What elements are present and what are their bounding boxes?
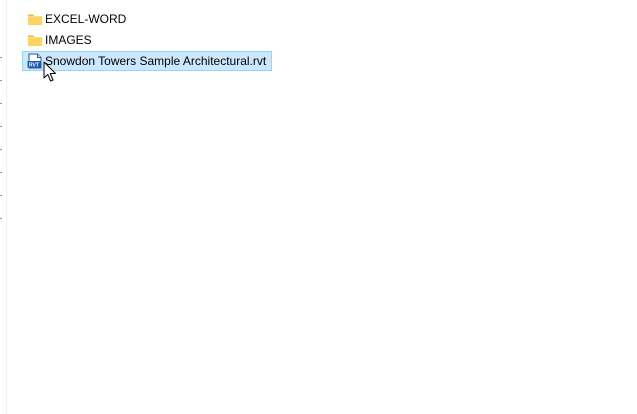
rvt-icon-text: RVT — [29, 62, 40, 68]
navigation-pane-edge — [0, 0, 7, 414]
file-explorer-content-pane: EXCEL-WORD IMAGES RVT Snowdon Towers Sam… — [0, 0, 637, 414]
rvt-file-icon: RVT — [27, 53, 42, 69]
file-list: EXCEL-WORD IMAGES RVT Snowdon Towers Sam… — [22, 9, 273, 72]
file-item-label: Snowdon Towers Sample Architectural.rvt — [45, 54, 267, 68]
file-item-snowdon-towers-rvt[interactable]: RVT Snowdon Towers Sample Architectural.… — [22, 51, 273, 71]
file-item-label: EXCEL-WORD — [45, 12, 127, 26]
file-item-images[interactable]: IMAGES — [22, 30, 272, 50]
folder-icon — [28, 35, 42, 46]
file-item-label: IMAGES — [45, 33, 92, 47]
folder-icon — [28, 14, 42, 25]
file-item-excel-word[interactable]: EXCEL-WORD — [22, 9, 272, 29]
